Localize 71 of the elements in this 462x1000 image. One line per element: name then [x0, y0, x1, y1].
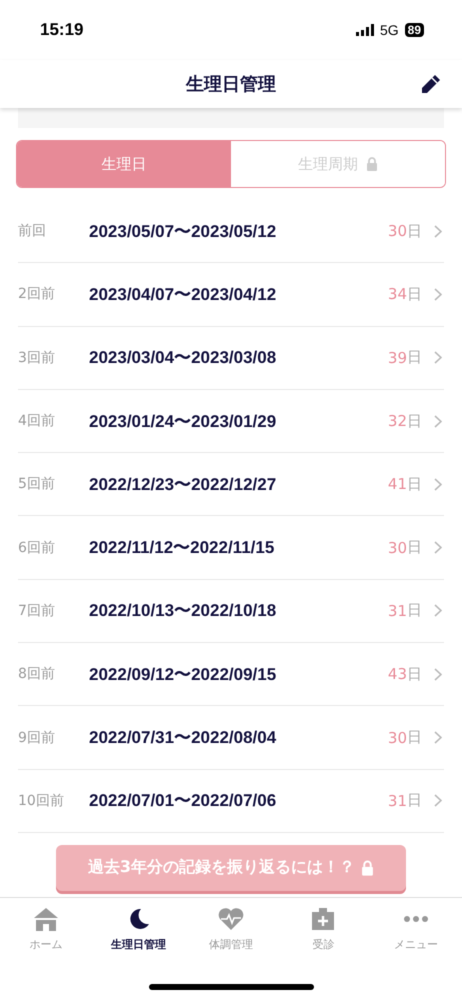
days-unit: 日: [407, 601, 422, 620]
days-unit: 日: [407, 538, 422, 558]
record-label: 6回前: [18, 538, 56, 557]
tab-bar-item[interactable]: 生理日管理: [92, 906, 185, 968]
edit-pencil-icon[interactable]: [420, 73, 442, 95]
days-unit: 日: [407, 474, 422, 494]
chevron-right-icon: [434, 604, 442, 618]
record-label: 4回前: [18, 412, 56, 430]
record-row[interactable]: 8回前 2022/09/12〜2022/09/15 43日: [18, 643, 444, 706]
heart-pulse-icon: [217, 906, 246, 931]
record-row[interactable]: 3回前 2023/03/04〜2023/03/08 39日: [18, 326, 444, 390]
date-range: 2023/04/07〜2023/04/12: [89, 284, 278, 306]
record-label: 3回前: [18, 348, 56, 367]
date-range: 2022/07/31〜2022/08/04: [89, 727, 278, 750]
record-row[interactable]: 6回前 2022/11/12〜2022/11/15 30日: [18, 516, 444, 580]
record-label: 7回前: [18, 602, 56, 620]
date-range: 2023/05/07〜2023/05/12: [89, 220, 278, 243]
days-unit: 日: [407, 664, 422, 684]
record-row[interactable]: 7回前 2022/10/13〜2022/10/18 31日: [18, 580, 444, 644]
date-range: 2022/09/12〜2022/09/15: [89, 664, 278, 686]
date-range: 2022/12/23〜2022/12/27: [89, 474, 278, 496]
chevron-right-icon: [434, 668, 442, 681]
page-title: 生理日管理: [186, 73, 276, 96]
record-label: 10回前: [18, 792, 65, 810]
medical-kit-icon: [311, 906, 336, 931]
chevron-right-icon: [434, 541, 442, 554]
record-label: 5回前: [18, 475, 56, 494]
record-row[interactable]: 9回前 2022/07/31〜2022/08/04 30日: [18, 706, 444, 770]
record-row[interactable]: 前回 2023/05/07〜2023/05/12 30日: [18, 200, 444, 264]
days-unit: 日: [407, 412, 422, 431]
record-row[interactable]: 2回前 2023/04/07〜2023/04/12 34日: [18, 263, 444, 327]
record-label: 前回: [18, 222, 47, 240]
date-range: 2022/11/12〜2022/11/15: [89, 537, 276, 560]
cycle-days: 41: [388, 475, 407, 494]
cycle-days: 31: [388, 602, 407, 620]
cycle-days: 32: [388, 412, 407, 430]
status-time: 15:19: [40, 20, 84, 40]
date-range: 2022/10/13〜2022/10/18: [89, 600, 278, 622]
date-range: 2023/03/04〜2023/03/08: [89, 347, 278, 370]
days-unit: 日: [407, 728, 422, 748]
more-dots-icon: [402, 914, 429, 923]
days-unit: 日: [407, 284, 422, 304]
days-unit: 日: [407, 222, 422, 241]
signal-icon: [356, 24, 374, 36]
chevron-right-icon: [434, 731, 442, 744]
record-row[interactable]: 10回前 2022/07/01〜2022/07/06 31日: [18, 770, 444, 833]
days-unit: 日: [407, 791, 422, 810]
cycle-days: 31: [388, 792, 407, 810]
chevron-right-icon: [434, 414, 442, 428]
house-icon: [33, 906, 60, 931]
record-label: 2回前: [18, 285, 56, 304]
chevron-right-icon: [434, 478, 442, 491]
cycle-days: 30: [388, 728, 407, 747]
date-range: 2022/07/01〜2022/07/06: [89, 790, 278, 812]
chevron-right-icon: [434, 351, 442, 364]
chevron-right-icon: [434, 288, 442, 301]
cycle-days: 30: [388, 222, 407, 240]
days-unit: 日: [407, 348, 422, 368]
record-row[interactable]: 4回前 2023/01/24〜2023/01/29 32 日: [18, 390, 444, 454]
date-range: 2023/01/24〜2023/01/29: [89, 410, 278, 433]
cycle-days: 34: [388, 285, 407, 304]
network-label: 5G: [380, 22, 399, 38]
record-label: 8回前: [18, 665, 56, 684]
cycle-days: 43: [388, 665, 407, 684]
chevron-right-icon: [434, 794, 442, 808]
battery-level: 89: [404, 23, 424, 37]
cycle-days: 39: [388, 348, 407, 367]
chevron-right-icon: [434, 224, 442, 238]
cycle-days: 30: [388, 538, 407, 557]
record-label: 9回前: [18, 728, 56, 747]
record-row[interactable]: 5回前 2022/12/23〜2022/12/27 41日: [18, 453, 444, 516]
